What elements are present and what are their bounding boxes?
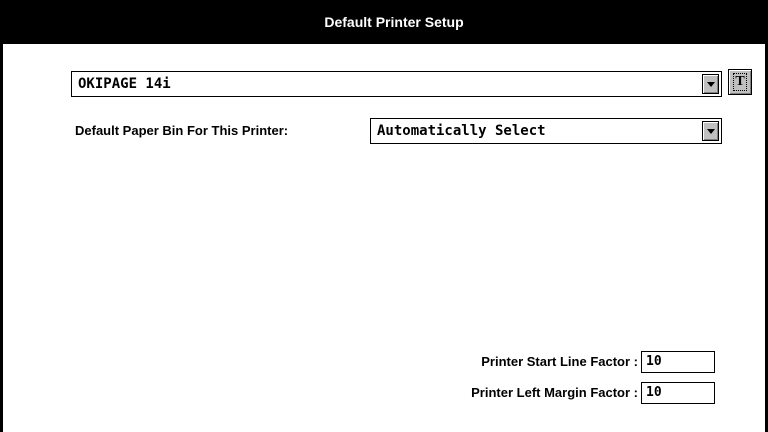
paper-bin-select-value: Automatically Select (377, 123, 546, 139)
chevron-down-icon (707, 129, 715, 134)
paper-bin-select[interactable]: Automatically Select (370, 118, 722, 144)
paper-bin-dropdown-button[interactable] (702, 121, 719, 141)
printer-select-value: OKIPAGE 14i (78, 76, 171, 92)
left-margin-factor-input[interactable]: 10 (641, 382, 715, 404)
start-line-factor-label: Printer Start Line Factor : (481, 354, 638, 369)
window-left-border (0, 44, 3, 432)
printer-dropdown-button[interactable] (702, 74, 719, 94)
title-bar: Default Printer Setup (0, 0, 768, 44)
chevron-down-icon (707, 82, 715, 87)
paper-bin-label: Default Paper Bin For This Printer: (75, 123, 289, 138)
window-title: Default Printer Setup (324, 14, 464, 30)
start-line-factor-input[interactable]: 10 (641, 351, 715, 373)
printer-select[interactable]: OKIPAGE 14i (71, 71, 722, 97)
t-button[interactable]: T (728, 69, 752, 95)
left-margin-factor-label: Printer Left Margin Factor : (471, 385, 638, 400)
default-printer-setup-window: Default Printer Setup OKIPAGE 14i T Defa… (0, 0, 768, 432)
t-button-label: T (733, 73, 747, 91)
